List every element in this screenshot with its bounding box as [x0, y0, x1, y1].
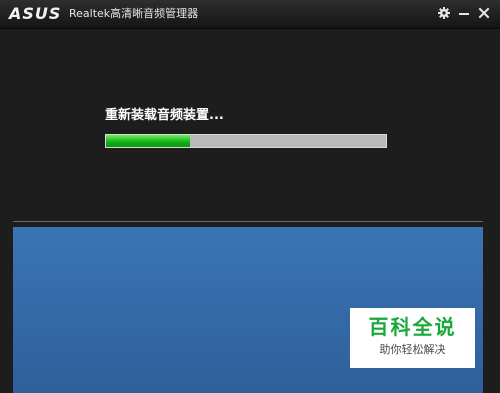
close-icon — [478, 7, 490, 19]
window-title: Realtek高清晰音频管理器 — [69, 7, 199, 20]
watermark-subtitle: 助你轻松解决 — [379, 343, 446, 356]
asus-logo: ASUS — [9, 4, 62, 23]
minimize-icon — [459, 13, 469, 15]
settings-button[interactable] — [436, 5, 452, 21]
app-window: ASUS Realtek高清晰音频管理器 重新装载音频装置... 百科全说 助你… — [0, 0, 500, 393]
progress-bar-fill — [106, 135, 190, 147]
watermark-title: 百科全说 — [368, 315, 457, 339]
divider — [13, 221, 483, 222]
progress-bar — [105, 134, 387, 148]
minimize-button[interactable] — [456, 5, 472, 21]
gear-icon — [438, 7, 450, 19]
close-button[interactable] — [476, 5, 492, 21]
status-message: 重新装载音频装置... — [105, 108, 224, 123]
watermark: 百科全说 助你轻松解决 — [350, 308, 475, 368]
title-bar[interactable]: ASUS Realtek高清晰音频管理器 — [0, 0, 500, 29]
